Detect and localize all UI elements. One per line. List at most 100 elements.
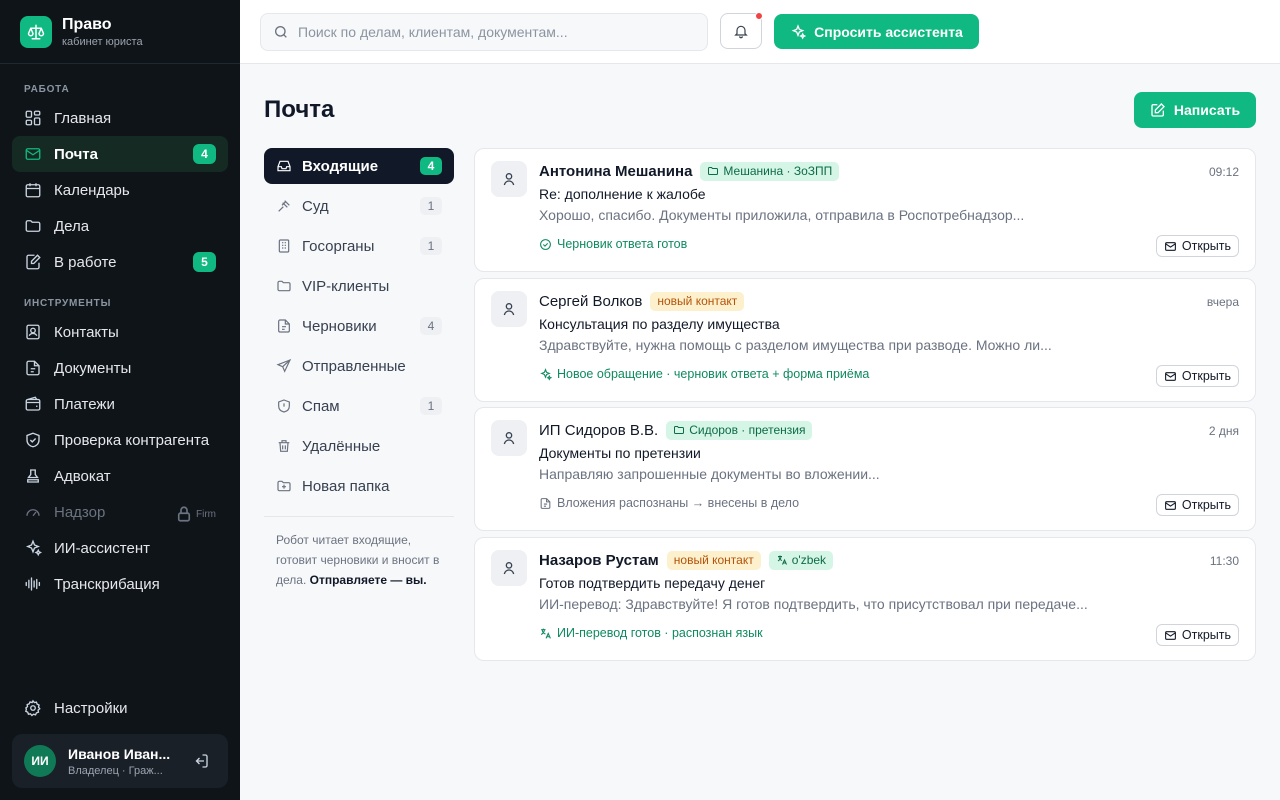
sidebar-item-label: Надзор xyxy=(54,503,106,521)
unread-badge: 4 xyxy=(193,144,216,164)
open-label: Открыть xyxy=(1181,369,1231,383)
sidebar-item-ai-assistant[interactable]: ИИ-ассистент xyxy=(12,530,228,566)
edit-icon xyxy=(26,254,41,270)
folder-icon xyxy=(674,426,685,434)
robot-note: Робот читает входящие, готовит черновики… xyxy=(276,530,452,590)
sidebar-item-label: Платежи xyxy=(54,395,115,413)
translate-icon xyxy=(540,628,551,639)
message-card[interactable]: Сергей Волков новый контакт вчера Консул… xyxy=(474,278,1256,402)
case-tag[interactable]: Мешанина · ЗоЗПП xyxy=(700,161,840,181)
open-label: Открыть xyxy=(1181,239,1231,253)
file-icon xyxy=(540,497,551,509)
open-button[interactable]: Открыть xyxy=(1155,494,1239,516)
lock-label: Firm xyxy=(196,508,216,520)
message-card[interactable]: Назаров Рустам новый контакт o'zbek 11:3… xyxy=(474,537,1256,661)
firm-lock: Firm xyxy=(175,505,216,523)
ask-assistant-button[interactable]: Спросить ассистента xyxy=(774,14,979,49)
message-sender: Назаров Рустам xyxy=(539,551,659,569)
sidebar-item-label: Проверка контрагента xyxy=(54,431,210,449)
message-status: Черновик ответа готов xyxy=(539,237,687,251)
sidebar-item-contacts[interactable]: Контакты xyxy=(12,314,228,350)
compose-button[interactable]: Написать xyxy=(1134,92,1256,128)
topbar: Спросить ассистента xyxy=(240,0,1280,64)
status-label: Черновик ответа готов xyxy=(557,237,688,251)
notifications-button[interactable] xyxy=(720,12,763,49)
building-icon xyxy=(278,239,290,253)
folder-label: VIP-клиенты xyxy=(302,277,390,295)
open-button[interactable]: Открыть xyxy=(1155,235,1239,257)
sidebar-item-in-progress[interactable]: В работе 5 xyxy=(12,244,228,280)
folder-label: Входящие xyxy=(302,157,379,175)
open-label: Открыть xyxy=(1181,498,1231,512)
logout-icon[interactable] xyxy=(192,752,210,770)
folder-sent[interactable]: Отправленные xyxy=(264,348,454,384)
sidebar-item-counterparty-check[interactable]: Проверка контрагента xyxy=(12,422,228,458)
sidebar-item-label: Календарь xyxy=(54,181,130,199)
brand[interactable]: Право кабинет юриста xyxy=(20,16,143,48)
user-icon xyxy=(491,420,527,456)
user-icon xyxy=(491,550,527,586)
compose-icon xyxy=(1151,103,1165,117)
folder-spam[interactable]: Спам 1 xyxy=(264,388,454,424)
mail-icon xyxy=(1164,241,1176,251)
folder-vip-clients[interactable]: VIP-клиенты xyxy=(264,268,454,304)
folder-drafts[interactable]: Черновики 4 xyxy=(264,308,454,344)
tag-label: o'zbek xyxy=(791,553,827,567)
message-card[interactable]: ИП Сидоров В.В. Сидоров · претензия 2 дн… xyxy=(474,407,1256,531)
message-time: вчера xyxy=(1206,295,1239,309)
sidebar-item-settings[interactable]: Настройки xyxy=(12,690,228,726)
search-box[interactable] xyxy=(260,13,708,51)
sidebar-item-documents[interactable]: Документы xyxy=(12,350,228,386)
sidebar-item-cases[interactable]: Дела xyxy=(12,208,228,244)
file-icon xyxy=(278,319,290,333)
folder-government[interactable]: Госорганы 1 xyxy=(264,228,454,264)
tag-label: Сидоров · претензия xyxy=(689,423,806,437)
section-label-tools: ИНСТРУМЕНТЫ xyxy=(24,298,112,309)
sidebar-item-label: Почта xyxy=(54,145,98,163)
sidebar-item-label: Контакты xyxy=(54,323,119,341)
open-button[interactable]: Открыть xyxy=(1155,365,1239,387)
bell-icon xyxy=(734,25,748,39)
message-time: 11:30 xyxy=(1209,554,1239,568)
sidebar-item-payments[interactable]: Платежи xyxy=(12,386,228,422)
trash-icon xyxy=(278,440,290,452)
sidebar-item-label: Главная xyxy=(54,109,112,127)
sidebar-divider xyxy=(0,63,240,64)
sidebar-item-label: Транскрибация xyxy=(54,575,160,593)
sidebar-item-transcription[interactable]: Транскрибация xyxy=(12,566,228,602)
search-input[interactable] xyxy=(298,24,678,40)
ask-assistant-label: Спросить ассистента xyxy=(814,23,963,40)
message-preview: Здравствуйте, нужна помощь с разделом им… xyxy=(539,337,1052,353)
folder-icon xyxy=(25,220,41,232)
brand-title: Право xyxy=(62,16,112,33)
message-header: ИП Сидоров В.В. Сидоров · претензия xyxy=(539,420,813,440)
sidebar-item-lawyer[interactable]: Адвокат xyxy=(12,458,228,494)
in-progress-badge: 5 xyxy=(193,252,216,272)
folder-plus-icon xyxy=(277,480,291,492)
folder-court[interactable]: Суд 1 xyxy=(264,188,454,224)
mail-icon xyxy=(1164,500,1176,510)
case-tag[interactable]: Сидоров · претензия xyxy=(666,420,813,440)
sidebar-item-mail[interactable]: Почта 4 xyxy=(12,136,228,172)
language-tag: o'zbek xyxy=(768,550,834,570)
sidebar-item-home[interactable]: Главная xyxy=(12,100,228,136)
sidebar-item-label: Адвокат xyxy=(54,467,111,485)
folder-count: 1 xyxy=(420,237,442,255)
status-label: Вложения распознаны → внесены в дело xyxy=(557,496,800,510)
folder-label: Госорганы xyxy=(302,237,375,255)
open-button[interactable]: Открыть xyxy=(1155,624,1239,646)
message-card[interactable]: Антонина Мешанина Мешанина · ЗоЗПП 09:12… xyxy=(474,148,1256,272)
folder-new[interactable]: Новая папка xyxy=(264,468,454,504)
new-contact-tag: новый контакт xyxy=(650,291,745,311)
folder-inbox[interactable]: Входящие 4 xyxy=(264,148,454,184)
sparkles-icon xyxy=(791,23,807,39)
message-preview: Хорошо, спасибо. Документы приложила, от… xyxy=(539,207,1025,223)
sidebar-item-label: Настройки xyxy=(54,699,128,717)
sidebar-item-supervision[interactable]: Надзор Firm xyxy=(12,494,228,530)
folder-label: Суд xyxy=(302,197,329,215)
sidebar-item-calendar[interactable]: Календарь xyxy=(12,172,228,208)
gear-icon xyxy=(24,699,41,717)
user-card[interactable]: ИИ Иванов Иван... Владелец · Граж... xyxy=(12,734,228,788)
folder-count: 4 xyxy=(420,157,442,175)
folder-deleted[interactable]: Удалённые xyxy=(264,428,454,464)
